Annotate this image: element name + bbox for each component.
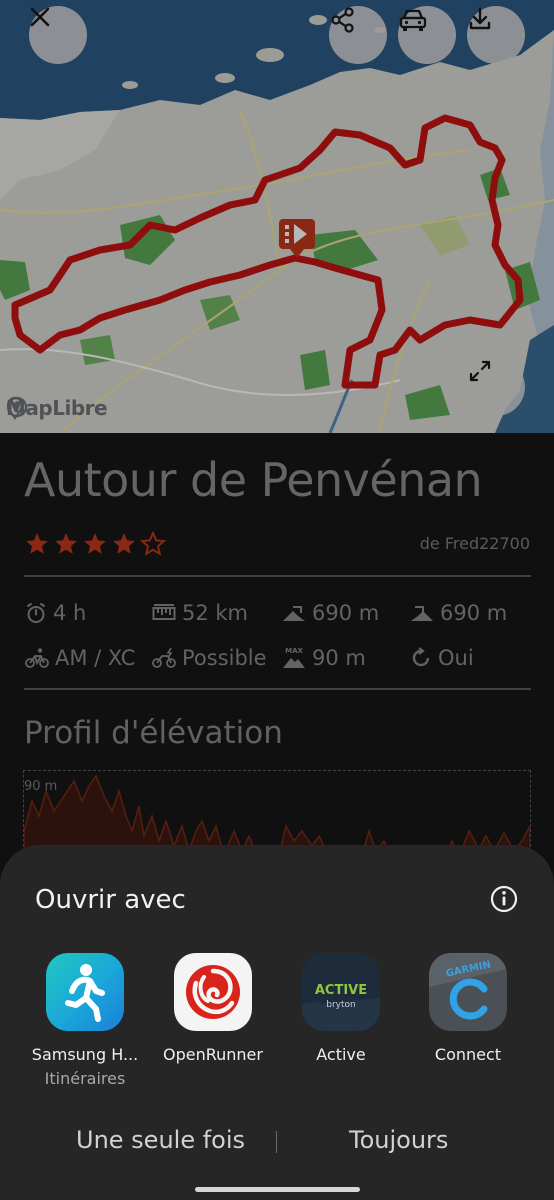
close-icon bbox=[30, 7, 50, 27]
stopwatch-icon bbox=[27, 603, 45, 623]
app-label: Connect bbox=[434, 1045, 502, 1064]
divider bbox=[24, 688, 531, 690]
share-button[interactable] bbox=[329, 6, 387, 64]
bryton-wordmark: ACTIVE bbox=[315, 983, 367, 998]
app-garmin-connect[interactable]: GARMIN Connect bbox=[403, 953, 533, 1064]
app-label: OpenRunner bbox=[163, 1045, 263, 1064]
button-separator bbox=[276, 1131, 277, 1153]
star-filled-icon bbox=[84, 533, 106, 554]
stat-max-altitude: MAX 90 m bbox=[282, 646, 366, 670]
descent-value: 690 m bbox=[440, 601, 508, 625]
ascent-value: 690 m bbox=[312, 601, 380, 625]
star-filled-icon bbox=[113, 533, 135, 554]
divider bbox=[24, 575, 531, 577]
info-icon[interactable] bbox=[490, 885, 518, 913]
app-label: Samsung H... bbox=[31, 1045, 139, 1064]
bryton-sub-wordmark: bryton bbox=[326, 1000, 355, 1010]
ruler-icon bbox=[152, 604, 176, 620]
open-with-sheet: Ouvrir avec Samsung H... Itinéraires Ope… bbox=[0, 845, 554, 1200]
stat-descent: 690 m bbox=[410, 601, 507, 625]
info-icon[interactable] bbox=[6, 396, 28, 418]
ebike-value: Possible bbox=[182, 646, 267, 670]
stat-ebike: Possible bbox=[152, 646, 267, 670]
max-altitude-value: 90 m bbox=[312, 646, 366, 670]
bike-type-value: AM / XC bbox=[55, 646, 136, 670]
loop-icon bbox=[412, 647, 430, 667]
mountain-bike-icon bbox=[25, 648, 49, 668]
fullscreen-icon bbox=[469, 360, 491, 382]
map-attribution[interactable]: MapLibre bbox=[6, 396, 108, 420]
stat-bike-type: AM / XC bbox=[25, 646, 135, 670]
just-once-button[interactable]: Une seule fois bbox=[76, 1126, 245, 1154]
stat-ascent: 690 m bbox=[282, 601, 379, 625]
app-sublabel: Itinéraires bbox=[44, 1069, 126, 1088]
close-button[interactable] bbox=[29, 6, 87, 64]
sheet-title: Ouvrir avec bbox=[35, 885, 186, 915]
route-author[interactable]: de Fred22700 bbox=[420, 534, 530, 553]
openrunner-icon bbox=[174, 953, 252, 1031]
distance-value: 52 km bbox=[182, 601, 249, 625]
max-altitude-icon: MAX bbox=[283, 647, 305, 668]
car-icon bbox=[399, 9, 427, 31]
app-bryton-active[interactable]: ACTIVE bryton Active bbox=[276, 953, 406, 1064]
star-filled-icon bbox=[26, 533, 48, 554]
rating-stars bbox=[24, 531, 166, 557]
app-label: Active bbox=[316, 1045, 366, 1064]
stat-distance: 52 km bbox=[152, 601, 248, 625]
elevation-title: Profil d'élévation bbox=[24, 715, 283, 751]
elevation-max-label: 90 m bbox=[24, 779, 58, 794]
bryton-active-icon: ACTIVE bryton bbox=[302, 953, 380, 1031]
ascent-icon bbox=[283, 606, 305, 621]
app-samsung-health[interactable]: Samsung H... Itinéraires bbox=[20, 953, 150, 1088]
download-button[interactable] bbox=[467, 6, 525, 64]
descent-icon bbox=[411, 606, 433, 621]
route-map[interactable]: MapLibre bbox=[0, 0, 554, 433]
car-button[interactable] bbox=[398, 6, 456, 64]
share-icon bbox=[331, 7, 354, 33]
route-title: Autour de Penvénan bbox=[24, 453, 483, 507]
app-openrunner[interactable]: OpenRunner bbox=[148, 953, 278, 1064]
star-empty-icon bbox=[140, 531, 166, 556]
garmin-connect-icon: GARMIN bbox=[429, 953, 507, 1031]
download-icon bbox=[469, 7, 491, 30]
stat-duration: 4 h bbox=[25, 601, 86, 625]
fullscreen-button[interactable] bbox=[467, 358, 525, 416]
stat-loop: Oui bbox=[410, 646, 474, 670]
always-button[interactable]: Toujours bbox=[349, 1126, 448, 1154]
samsung-health-icon bbox=[46, 953, 124, 1031]
loop-value: Oui bbox=[438, 646, 474, 670]
star-filled-icon bbox=[55, 533, 77, 554]
max-badge: MAX bbox=[285, 647, 303, 655]
duration-value: 4 h bbox=[53, 601, 87, 625]
home-indicator[interactable] bbox=[195, 1187, 360, 1192]
ebike-icon bbox=[152, 647, 176, 668]
